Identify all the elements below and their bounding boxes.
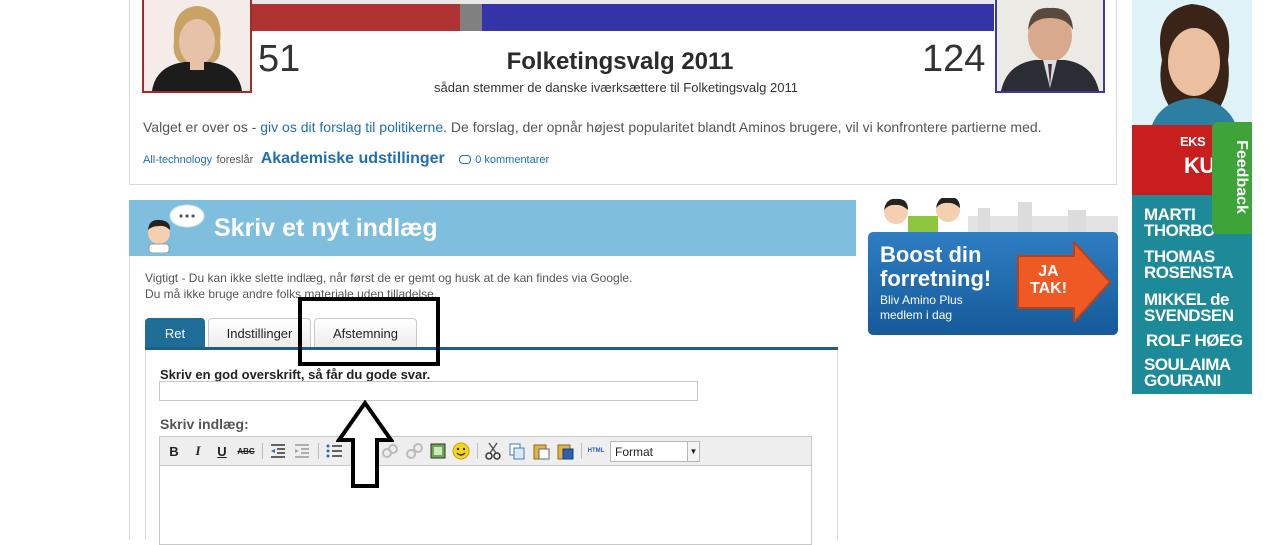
toolbar-separator (318, 443, 319, 459)
cut-icon[interactable] (483, 441, 503, 461)
body-label: Skriv indlæg: (160, 416, 249, 432)
underline-button[interactable]: U (212, 441, 232, 461)
left-candidate-photo[interactable] (142, 0, 252, 93)
outdent-icon[interactable] (268, 441, 288, 461)
boost-ad-subtitle-line-1: Bliv Amino Plus (880, 293, 963, 307)
undecided-bar (460, 4, 482, 31)
comments-count: 0 kommentarer (475, 154, 550, 166)
warning-line-1: Vigtigt - Du kan ikke slette indlæg, når… (145, 271, 633, 285)
toolbar-separator (581, 443, 582, 459)
side-ad-line: EKS (1180, 134, 1206, 149)
left-seats-count: 51 (258, 38, 301, 80)
election-title: Folketingsvalg 2011 (506, 48, 734, 75)
comments-link[interactable]: 0 kommentarer (459, 154, 549, 166)
highlight-box (298, 297, 440, 366)
toolbar-separator (477, 443, 478, 459)
italic-button[interactable]: I (188, 441, 208, 461)
strikethrough-button[interactable]: ABC (236, 441, 256, 461)
person-portrait-icon (997, 0, 1103, 91)
feedback-label[interactable]: Feedback (1232, 121, 1250, 233)
person-portrait-icon (1152, 4, 1236, 125)
person-portrait-icon (144, 0, 250, 91)
boost-ad-subtitle-line-2: medlem i dag (880, 308, 953, 322)
side-ad-line: ROSENSTA (1144, 263, 1234, 282)
chat-people-icon (148, 204, 205, 253)
suggestion-title-link[interactable]: Akademiske udstillinger (261, 150, 445, 167)
side-ad-line: SVENDSEN (1144, 306, 1234, 325)
latest-suggestion: All-technology foreslår Akademiske udsti… (143, 150, 549, 168)
side-ad-line: THORBO (1144, 221, 1215, 240)
suggestion-user-link[interactable]: All-technology (143, 154, 212, 166)
unlink-icon[interactable] (404, 441, 424, 461)
headline-input[interactable] (159, 381, 698, 401)
boost-ad-title-line-2: forretning! (880, 266, 992, 291)
chevron-down-icon: ▼ (687, 442, 699, 461)
boost-ad-title-line-1: Boost din (880, 242, 982, 267)
boost-ad-title: Boost din forretning! (880, 243, 991, 291)
election-subtitle: sådan stemmer de danske iværksættere til… (434, 80, 798, 95)
html-source-button[interactable]: HTML (586, 441, 606, 461)
tab-indstillinger[interactable]: Indstillinger (208, 318, 311, 348)
comment-bubble-icon (459, 154, 472, 164)
boost-ad-cta-line-1: JA (1038, 263, 1059, 280)
side-ad-line: GOURANI (1144, 371, 1221, 390)
give-suggestion-link[interactable]: giv os dit forslag til politikerne (260, 119, 443, 135)
paste-word-icon[interactable] (555, 441, 575, 461)
bold-button[interactable]: B (164, 441, 184, 461)
left-bloc-bar (252, 4, 460, 31)
format-dropdown-value: Format (615, 445, 654, 459)
headline-label: Skriv en god overskrift, så får du gode … (160, 367, 431, 382)
up-arrow-icon (336, 400, 394, 488)
right-candidate-photo[interactable] (995, 0, 1105, 93)
copy-icon[interactable] (507, 441, 527, 461)
side-ad-line: KU (1184, 153, 1215, 178)
paste-icon[interactable] (531, 441, 551, 461)
boost-ad-cta[interactable]: JA TAK! (1030, 263, 1067, 297)
intro-text-end: . De forslag, der opnår højest popularit… (443, 119, 1042, 135)
smiley-icon[interactable] (451, 441, 471, 461)
toolbar-separator (262, 443, 263, 459)
right-seats-count: 124 (922, 38, 986, 80)
indent-icon[interactable] (292, 441, 312, 461)
side-ad-line: ROLF HØEG (1146, 331, 1243, 350)
boost-ad-cta-line-2: TAK! (1030, 280, 1068, 297)
post-body-editor[interactable] (159, 465, 812, 545)
tab-ret[interactable]: Ret (145, 318, 205, 348)
new-post-title: Skriv et nyt indlæg (214, 214, 438, 242)
boost-ad-subtitle: Bliv Amino Plus medlem i dag (880, 293, 963, 323)
right-bloc-bar (482, 4, 994, 31)
format-dropdown[interactable]: Format ▼ (610, 441, 700, 462)
image-icon[interactable] (428, 441, 448, 461)
election-intro: Valget er over os - giv os dit forslag t… (143, 119, 1042, 135)
suggestion-verb: foreslår (216, 154, 254, 166)
intro-text-start: Valget er over os - (143, 119, 261, 135)
side-ad-photo (1132, 0, 1252, 125)
